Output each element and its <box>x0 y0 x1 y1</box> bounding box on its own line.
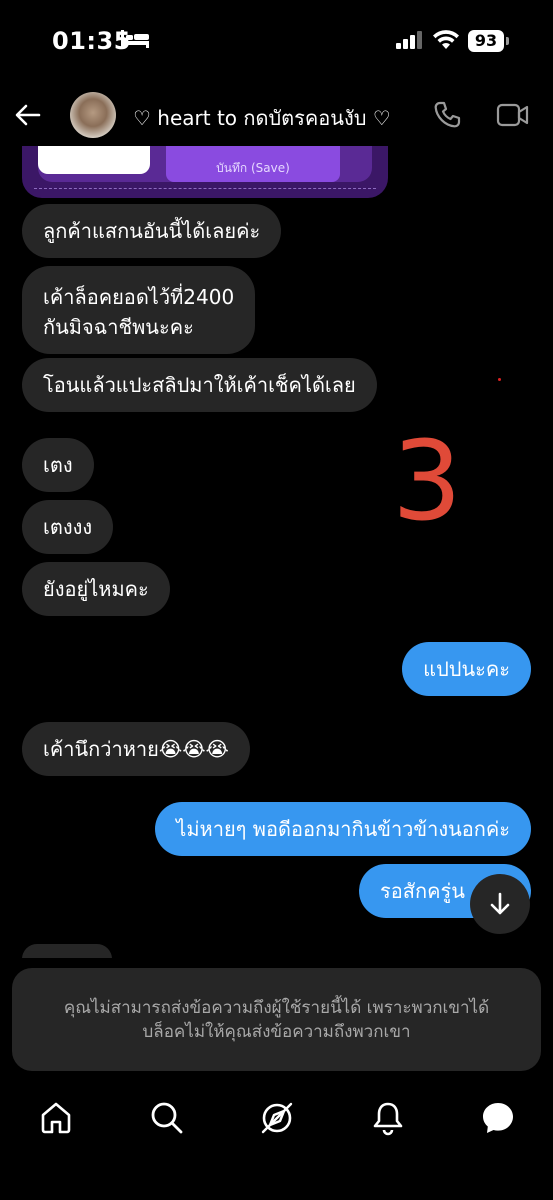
bottom-tab-bar <box>0 1090 553 1150</box>
explore-icon[interactable] <box>259 1100 295 1136</box>
message-incoming[interactable]: เตง <box>22 438 94 492</box>
message-outgoing[interactable]: แปปนะคะ <box>402 642 531 696</box>
home-icon[interactable] <box>38 1100 74 1136</box>
phone-call-icon[interactable] <box>432 100 462 130</box>
wifi-icon <box>433 30 459 49</box>
card-divider <box>34 188 376 189</box>
chat-title[interactable]: ♡ heart to กดบัตรคอนงับ ♡ <box>133 102 391 134</box>
battery-tip <box>506 37 509 45</box>
sleep-focus-icon <box>121 30 149 48</box>
scroll-to-bottom-button[interactable] <box>470 874 530 934</box>
blocked-notice: คุณไม่สามารถส่งข้อความถึงผู้ใช้รายนี้ได้… <box>12 968 541 1071</box>
back-arrow-icon[interactable] <box>14 101 42 129</box>
annotation-number: 3 <box>392 417 462 545</box>
cellular-signal-icon <box>396 31 422 49</box>
chat-header: ♡ heart to กดบัตรคอนงับ ♡ <box>0 84 553 146</box>
message-incoming[interactable]: ยังอยู่ไหมคะ <box>22 562 170 616</box>
message-incoming[interactable]: เตงงง <box>22 500 114 554</box>
blocked-notice-text: คุณไม่สามารถส่งข้อความถึงผู้ใช้รายนี้ได้… <box>63 998 490 1042</box>
payment-card: บันทึก (Save) <box>22 146 388 198</box>
message-incoming[interactable]: เค้านึกว่าหาย😭😭😭 <box>22 722 250 776</box>
qr-button[interactable] <box>38 146 150 174</box>
video-call-icon[interactable] <box>496 102 530 128</box>
message-incoming[interactable]: ลูกค้าแสกนอันนี้ได้เลยค่ะ <box>22 204 282 258</box>
battery-indicator: 93 <box>468 30 504 52</box>
message-incoming-partial[interactable] <box>22 944 112 958</box>
arrow-down-icon <box>490 892 510 915</box>
message-outgoing[interactable]: ไม่หายๆ พอดีออกมากินข้าวข้างนอกค่ะ <box>155 802 531 856</box>
notifications-icon[interactable] <box>370 1100 406 1136</box>
status-bar: 01:35 93 <box>0 0 553 84</box>
message-incoming[interactable]: โอนแล้วแปะสลิปมาให้เค้าเช็คได้เลย <box>22 358 377 412</box>
contact-avatar[interactable] <box>70 92 116 138</box>
message-thread[interactable]: ลูกค้าแสกนอันนี้ได้เลยค่ะ เค้าล็อคยอดไว้… <box>0 146 553 958</box>
stray-dot <box>498 378 501 381</box>
message-incoming[interactable]: เค้าล็อคยอดไว้ที่2400 กันมิจฉาชีพนะคะ <box>22 266 256 354</box>
save-button[interactable]: บันทึก (Save) <box>166 146 340 182</box>
messages-icon[interactable] <box>480 1100 516 1136</box>
search-icon[interactable] <box>149 1100 185 1136</box>
